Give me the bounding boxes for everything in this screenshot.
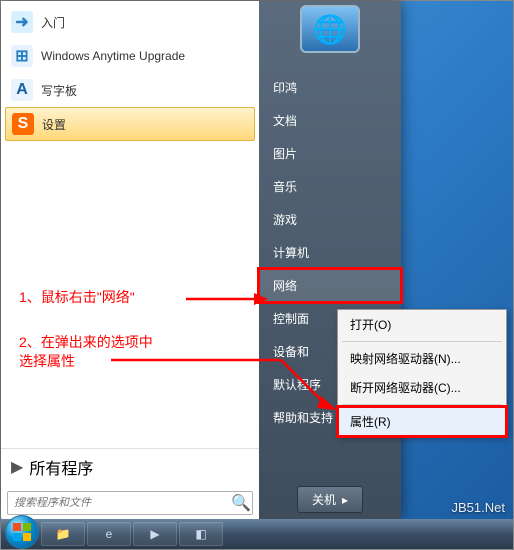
all-programs-button[interactable]: ▶ 所有程序	[1, 448, 259, 485]
taskbar-item-ie[interactable]: e	[87, 522, 131, 546]
shutdown-row: 关机 ▸	[259, 478, 401, 521]
chevron-right-icon: ▸	[342, 493, 348, 507]
right-pane-item[interactable]: 图片	[259, 137, 401, 170]
right-pane-item[interactable]: 音乐	[259, 170, 401, 203]
context-menu-item[interactable]: 映射网络驱动器(N)...	[338, 344, 506, 373]
program-item[interactable]: ⊞ Windows Anytime Upgrade	[5, 39, 255, 73]
context-menu: 打开(O) 映射网络驱动器(N)...断开网络驱动器(C)... 属性(R)	[337, 309, 507, 437]
program-item[interactable]: A 写字板	[5, 73, 255, 107]
taskbar-item-explorer[interactable]: 📁	[41, 522, 85, 546]
search-input[interactable]	[8, 497, 230, 509]
context-menu-item[interactable]: 打开(O)	[338, 310, 506, 339]
start-menu-left-pane: ➜ 入门 ⊞ Windows Anytime Upgrade A 写字板 S 设置 ▶ 所有程…	[1, 1, 259, 521]
watermark: JB51.Net	[452, 500, 505, 515]
program-list: ➜ 入门 ⊞ Windows Anytime Upgrade A 写字板 S 设置	[1, 1, 259, 448]
program-label: 写字板	[41, 82, 77, 99]
all-programs-label: 所有程序	[29, 455, 93, 479]
start-button[interactable]	[5, 515, 39, 549]
context-menu-item[interactable]: 断开网络驱动器(C)...	[338, 373, 506, 402]
search-icon: 🔍	[230, 493, 252, 513]
program-label: 设置	[42, 116, 66, 133]
start-menu: ➜ 入门 ⊞ Windows Anytime Upgrade A 写字板 S 设置 ▶ 所有程…	[1, 1, 401, 521]
program-icon: ⊞	[11, 45, 33, 67]
windows-logo-icon	[12, 522, 32, 542]
start-menu-right-pane: 🌐 印鸿文档图片音乐游戏计算机网络控制面设备和默认程序帮助和支持 关机 ▸	[259, 1, 401, 521]
avatar-zone: 🌐	[259, 1, 401, 69]
taskbar-item-app[interactable]: ◧	[179, 522, 223, 546]
search-box[interactable]: 🔍	[7, 491, 253, 515]
program-icon: A	[11, 79, 33, 101]
program-label: Windows Anytime Upgrade	[41, 49, 185, 63]
menu-separator	[342, 341, 502, 342]
right-pane-item[interactable]: 印鸿	[259, 71, 401, 104]
right-pane-item[interactable]: 网络	[259, 269, 401, 302]
shutdown-button[interactable]: 关机 ▸	[297, 486, 363, 513]
program-item[interactable]: S 设置	[5, 107, 255, 141]
shutdown-label: 关机	[312, 491, 336, 508]
right-pane-item[interactable]: 文档	[259, 104, 401, 137]
program-item[interactable]: ➜ 入门	[5, 5, 255, 39]
right-pane-item[interactable]: 计算机	[259, 236, 401, 269]
right-pane-item[interactable]: 游戏	[259, 203, 401, 236]
network-globe-icon: 🌐	[300, 5, 360, 53]
taskbar-item-media[interactable]: ▶	[133, 522, 177, 546]
program-label: 入门	[41, 14, 65, 31]
search-row: 🔍	[1, 485, 259, 521]
chevron-right-icon: ▶	[11, 457, 23, 477]
program-icon: ➜	[11, 11, 33, 33]
context-menu-item[interactable]: 属性(R)	[338, 407, 506, 436]
menu-separator	[342, 404, 502, 405]
program-icon: S	[12, 113, 34, 135]
taskbar: 📁 e ▶ ◧	[1, 519, 513, 549]
annotation-1: 1、鼠标右击"网络"	[19, 287, 135, 307]
annotation-2: 2、在弹出来的选项中 选择属性	[19, 333, 153, 371]
